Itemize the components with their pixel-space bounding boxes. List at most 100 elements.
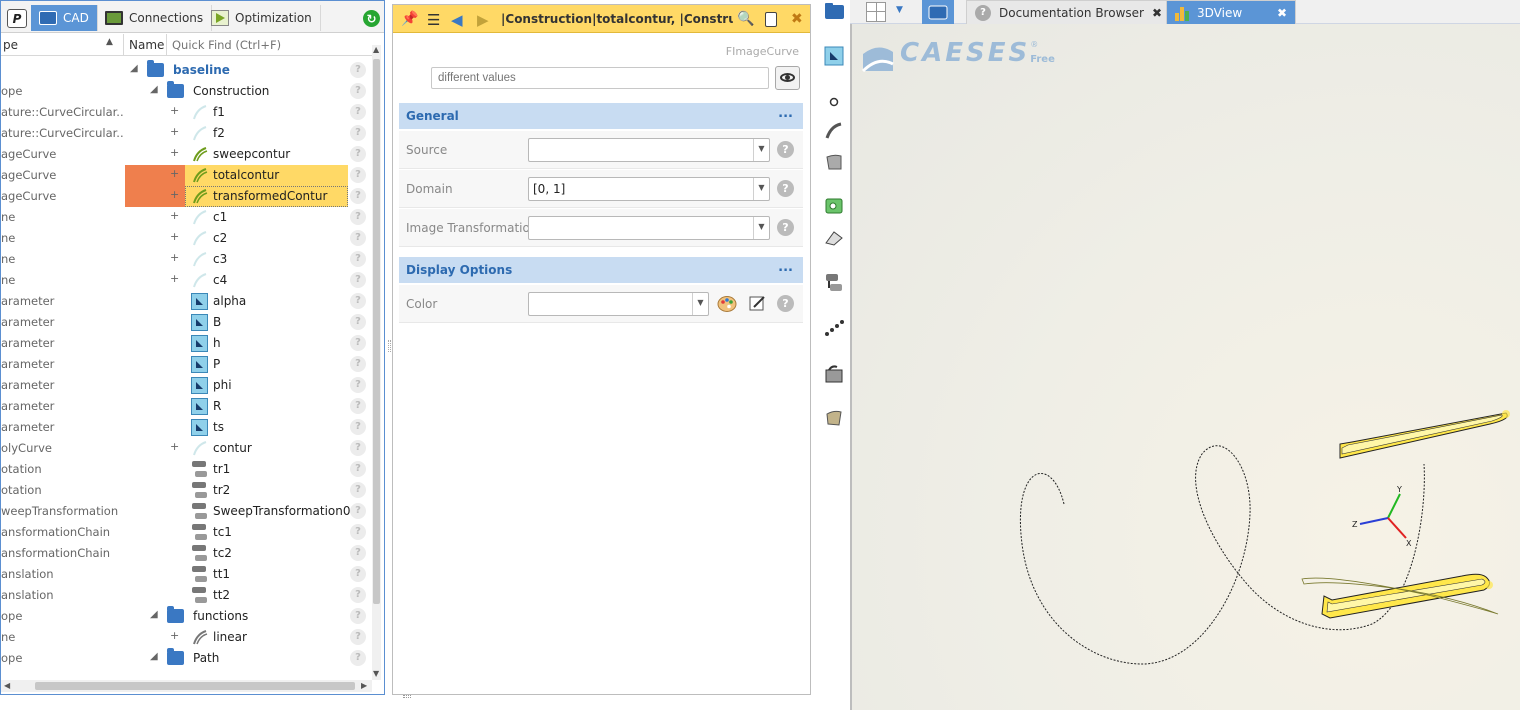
chevron-down-icon[interactable]: ▼ (753, 139, 769, 161)
pin-icon[interactable]: 📌 (401, 11, 418, 27)
section-general-more[interactable]: ... (778, 106, 793, 121)
image-transformation-combo[interactable]: ▼ (528, 216, 770, 240)
help-icon[interactable]: ? (350, 188, 366, 204)
close-icon[interactable]: ✖ (1152, 6, 1162, 20)
expand-plus-icon[interactable]: + (170, 167, 179, 180)
chevron-down-icon[interactable]: ▼ (753, 217, 769, 239)
tree-row[interactable]: arameter alpha? (1, 291, 373, 312)
tab-optimization[interactable]: Optimization (203, 5, 321, 31)
tree-row[interactable]: olyCurve + contur? (1, 438, 373, 459)
expand-plus-icon[interactable]: + (170, 104, 179, 117)
help-icon[interactable]: ? (350, 398, 366, 414)
help-icon[interactable]: ? (350, 293, 366, 309)
help-icon[interactable]: ? (350, 272, 366, 288)
help-icon[interactable]: ? (777, 180, 794, 197)
tree-row[interactable]: anslation tt1? (1, 564, 373, 585)
tree-row[interactable]: ne + c3? (1, 249, 373, 270)
curve-icon[interactable] (824, 121, 846, 143)
help-icon[interactable]: ? (350, 503, 366, 519)
tree-row[interactable]: weepTransformation SweepTransformation01? (1, 501, 373, 522)
cad-folder-icon[interactable] (824, 2, 846, 24)
domain-combo[interactable]: [0, 1] ▼ (528, 177, 770, 201)
tree-row[interactable]: ageCurve + transformedContur? (1, 186, 373, 207)
expand-arrow-icon[interactable]: ◢ (150, 651, 158, 662)
expand-arrow-icon[interactable]: ◢ (130, 63, 138, 74)
tab-connections[interactable]: Connections (97, 5, 213, 31)
expand-plus-icon[interactable]: + (170, 272, 179, 285)
sort-asc-icon[interactable]: ▲ (106, 37, 113, 47)
help-icon[interactable]: ? (350, 335, 366, 351)
help-icon[interactable]: ? (350, 104, 366, 120)
scroll-right-icon[interactable]: ▶ (361, 681, 367, 690)
help-icon[interactable]: ? (350, 440, 366, 456)
tab-3dview[interactable]: 3DView ✖ (1166, 0, 1296, 24)
tree-row[interactable]: arameter ts? (1, 417, 373, 438)
help-icon[interactable]: ? (350, 419, 366, 435)
column-type[interactable]: pe (3, 38, 18, 52)
scrollbar-thumb[interactable] (373, 59, 380, 604)
edit-icon[interactable] (749, 295, 766, 315)
quick-find-input[interactable] (167, 35, 367, 54)
resize-grip[interactable] (403, 695, 411, 698)
help-icon[interactable]: ? (350, 482, 366, 498)
tree-folder-row[interactable]: ◢ baseline? (1, 60, 373, 81)
p-button[interactable]: P (7, 9, 27, 28)
tree-row[interactable]: ageCurve + sweepcontur? (1, 144, 373, 165)
chevron-down-icon[interactable]: ▼ (753, 178, 769, 200)
tree-row[interactable]: anslation tt2? (1, 585, 373, 606)
import-geometry-icon[interactable] (824, 408, 846, 430)
tree-row[interactable]: ne + c4? (1, 270, 373, 291)
copy-icon[interactable] (765, 12, 777, 27)
scroll-down-icon[interactable]: ▼ (373, 669, 379, 678)
tree-row[interactable]: ageCurve + totalcontur? (1, 165, 373, 186)
help-icon[interactable]: ? (350, 545, 366, 561)
chevron-down-icon[interactable]: ▼ (896, 5, 903, 15)
cad-folder-icon[interactable] (922, 0, 954, 24)
help-icon[interactable]: ? (350, 524, 366, 540)
tree-row[interactable]: arameter phi? (1, 375, 373, 396)
help-icon[interactable]: ? (350, 62, 366, 78)
section-display-more[interactable]: ... (778, 260, 793, 275)
tree-row[interactable]: arameter B? (1, 312, 373, 333)
scrollbar-thumb[interactable] (35, 682, 355, 690)
help-icon[interactable]: ? (350, 230, 366, 246)
list-icon[interactable]: ☰ (427, 11, 440, 29)
help-icon[interactable]: ? (350, 629, 366, 645)
solid-icon[interactable] (824, 228, 846, 250)
help-icon[interactable]: ? (350, 83, 366, 99)
help-icon[interactable]: ? (777, 219, 794, 236)
scroll-left-icon[interactable]: ◀ (4, 681, 10, 690)
tree-row[interactable]: arameter R? (1, 396, 373, 417)
panel-splitter[interactable] (388, 340, 391, 352)
help-icon[interactable]: ? (350, 461, 366, 477)
expand-plus-icon[interactable]: + (170, 440, 179, 453)
help-icon[interactable]: ? (350, 251, 366, 267)
surface-green-icon[interactable] (824, 196, 846, 218)
tree-folder-row[interactable]: ope ◢ Construction? (1, 81, 373, 102)
tree-folder-row[interactable]: ope ◢ Path? (1, 648, 373, 669)
help-icon[interactable]: ? (350, 608, 366, 624)
help-icon[interactable]: ? (350, 125, 366, 141)
tree-row[interactable]: otation tr1? (1, 459, 373, 480)
transformation-icon[interactable] (824, 272, 846, 294)
help-icon[interactable]: ? (350, 146, 366, 162)
point-icon[interactable] (824, 92, 846, 114)
tab-cad[interactable]: CAD (31, 5, 98, 31)
column-name[interactable]: Name (129, 38, 164, 52)
search-icon[interactable]: 🔍 (737, 11, 754, 27)
help-icon[interactable]: ? (350, 650, 366, 666)
expand-plus-icon[interactable]: + (170, 251, 179, 264)
close-icon[interactable]: ✖ (791, 11, 803, 27)
tree-row[interactable]: ne + c1? (1, 207, 373, 228)
expand-plus-icon[interactable]: + (170, 188, 179, 201)
tab-documentation-browser[interactable]: ? Documentation Browser ✖ (966, 0, 1172, 24)
help-icon[interactable]: ? (350, 314, 366, 330)
expand-arrow-icon[interactable]: ◢ (150, 609, 158, 620)
help-icon[interactable]: ? (350, 167, 366, 183)
help-icon[interactable]: ? (350, 377, 366, 393)
tree-row[interactable]: ature::CurveCircular... + f2? (1, 123, 373, 144)
help-icon[interactable]: ? (350, 209, 366, 225)
tree-folder-row[interactable]: ope ◢ functions? (1, 606, 373, 627)
visibility-toggle-button[interactable] (775, 66, 800, 90)
forward-arrow-icon[interactable]: ▶ (477, 11, 489, 29)
